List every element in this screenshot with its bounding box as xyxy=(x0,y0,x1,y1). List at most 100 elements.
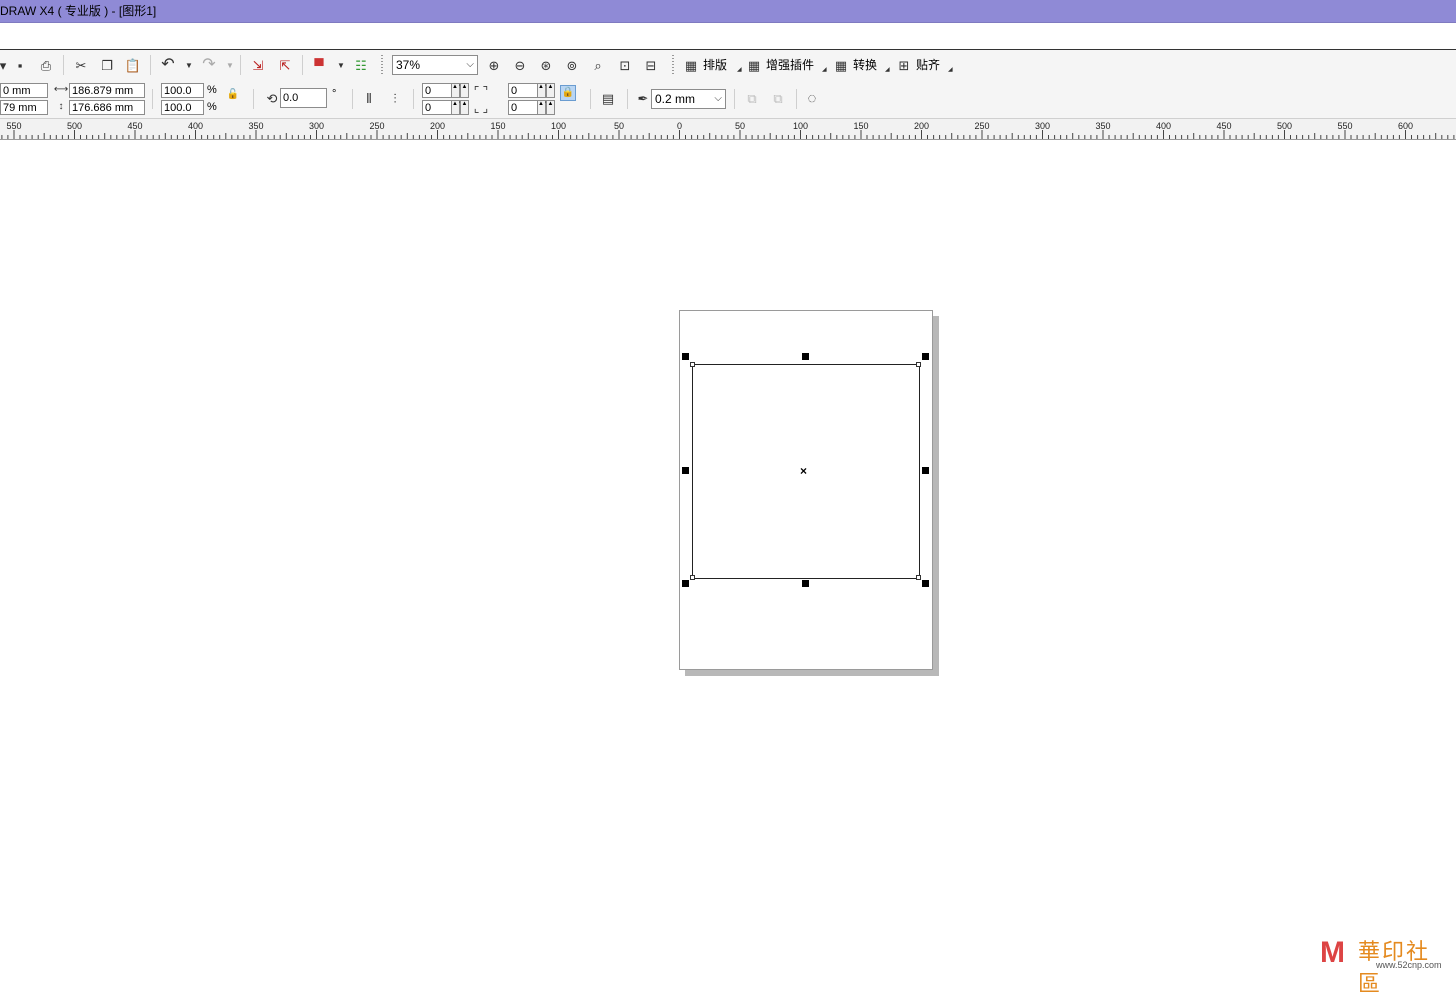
toolbar-separator xyxy=(734,89,735,109)
zoom-selected-icon[interactable]: ⊛ xyxy=(537,56,555,74)
ruler-label: 500 xyxy=(1276,121,1293,131)
redo-icon[interactable]: ↷ xyxy=(200,56,218,74)
corner-top-left-up-button[interactable]: ▲ xyxy=(460,83,469,98)
application-launcher-icon[interactable]: ▀ xyxy=(310,56,328,74)
round-corners-together-lock-icon[interactable]: 🔒 xyxy=(560,85,576,101)
print-icon[interactable]: ⎙ xyxy=(37,56,55,74)
lock-ratio-icon[interactable]: 🔓 xyxy=(224,86,242,104)
menu-bar xyxy=(0,23,1456,50)
layout-plugin-dropdown-icon[interactable]: ◢ xyxy=(737,66,742,73)
ruler-label: 300 xyxy=(1034,121,1051,131)
scale-x-field[interactable]: 100.0 xyxy=(161,83,204,98)
rectangle-node[interactable] xyxy=(916,575,921,580)
selection-handle-bottom-left[interactable] xyxy=(682,580,689,587)
zoom-page-height-icon[interactable]: ⊟ xyxy=(642,56,660,74)
outline-pen-icon: ✒ xyxy=(637,90,649,106)
zoom-page-icon[interactable]: ⌕ xyxy=(589,56,607,74)
launcher-dropdown-icon[interactable]: ▼ xyxy=(337,61,345,70)
ruler-label: 500 xyxy=(66,121,83,131)
convert-plugin-label[interactable]: 转换 xyxy=(853,57,877,73)
undo-icon[interactable]: ↶ xyxy=(159,56,177,74)
scale-x-percent-label: % xyxy=(207,84,217,96)
corner-bottom-left-field[interactable]: 0 xyxy=(422,100,452,115)
selection-handle-top-left[interactable] xyxy=(682,353,689,360)
convert-to-curves-icon[interactable]: ◌ xyxy=(803,89,821,107)
ruler-label: 450 xyxy=(1216,121,1232,131)
object-width-field[interactable]: 186.879 mm xyxy=(69,83,145,98)
import-icon[interactable]: ⇲ xyxy=(249,56,267,74)
options-icon[interactable]: ☷ xyxy=(352,56,370,74)
zoom-level-select[interactable]: 37% ⌵ xyxy=(392,55,478,75)
corner-bottom-right-up-button[interactable]: ▲ xyxy=(546,100,555,115)
corner-top-right-field[interactable]: 0 xyxy=(508,83,538,98)
layout-plugin-label[interactable]: 排版 xyxy=(703,57,727,73)
position-x-field[interactable]: 0 mm xyxy=(0,83,48,98)
selection-handle-right[interactable] xyxy=(922,467,929,474)
horizontal-ruler[interactable]: 550 500 450 400 350 300 250 200 150 100 50 0 50 100 15… xyxy=(0,119,1456,140)
wrap-text-icon[interactable]: ▤ xyxy=(599,89,617,107)
enhance-plugin-dropdown-icon[interactable]: ◢ xyxy=(822,66,827,73)
convert-plugin-dropdown-icon[interactable]: ◢ xyxy=(885,66,890,73)
rectangle-node[interactable] xyxy=(916,362,921,367)
corner-top-right-stepper[interactable]: ▲▼ xyxy=(537,83,550,98)
object-height-field[interactable]: 176.686 mm xyxy=(69,100,145,115)
enhance-plugin-icon[interactable]: ▦ xyxy=(745,56,763,74)
snap-plugin-label[interactable]: 贴齐 xyxy=(916,57,940,73)
corner-bottom-left-stepper[interactable]: ▲▼ xyxy=(451,100,464,115)
to-front-icon[interactable]: ⧉ xyxy=(743,89,761,107)
copy-icon[interactable]: ❐ xyxy=(98,56,116,74)
save-icon[interactable]: ▪ xyxy=(11,56,29,74)
corner-bottom-left-up-button[interactable]: ▲ xyxy=(460,100,469,115)
rotation-center-icon[interactable]: × xyxy=(800,465,807,477)
zoom-all-objects-icon[interactable]: ⊚ xyxy=(563,56,581,74)
zoom-out-icon[interactable]: ⊖ xyxy=(511,56,529,74)
corner-bottom-right-stepper[interactable]: ▲▼ xyxy=(537,100,550,115)
rectangle-node[interactable] xyxy=(690,362,695,367)
snap-plugin-icon[interactable]: ⊞ xyxy=(895,56,913,74)
selection-handle-top-right[interactable] xyxy=(922,353,929,360)
position-y-field[interactable]: 79 mm xyxy=(0,100,48,115)
mirror-horizontal-icon[interactable]: ⫴ xyxy=(360,89,378,107)
redo-dropdown-icon[interactable]: ▼ xyxy=(226,61,234,70)
undo-dropdown-icon[interactable]: ▼ xyxy=(185,61,193,70)
corner-top-left-stepper[interactable]: ▲▼ xyxy=(451,83,464,98)
convert-plugin-icon[interactable]: ▦ xyxy=(832,56,850,74)
watermark: M 華印社區 www.52cnp.com xyxy=(1320,934,1452,997)
rotation-angle-field[interactable]: 0.0 xyxy=(280,88,327,108)
selection-handle-top[interactable] xyxy=(802,353,809,360)
zoom-page-width-icon[interactable]: ⊡ xyxy=(616,56,634,74)
paste-icon[interactable]: 📋 xyxy=(124,56,142,74)
ruler-label: 100 xyxy=(550,121,567,131)
export-icon[interactable]: ⇱ xyxy=(276,56,294,74)
outline-width-select[interactable]: 0.2 mm ⌵ xyxy=(651,89,726,109)
toolbar-separator xyxy=(590,89,591,109)
selection-handle-left[interactable] xyxy=(682,467,689,474)
rectangle-node[interactable] xyxy=(690,575,695,580)
snap-plugin-dropdown-icon[interactable]: ◢ xyxy=(948,66,953,73)
zoom-in-icon[interactable]: ⊕ xyxy=(485,56,503,74)
chevron-down-icon: ⌵ xyxy=(466,59,474,70)
selection-handle-bottom[interactable] xyxy=(802,580,809,587)
corner-top-left-field[interactable]: 0 xyxy=(422,83,452,98)
corner-top-right-up-button[interactable]: ▲ xyxy=(546,83,555,98)
selection-handle-bottom-right[interactable] xyxy=(922,580,929,587)
corner-bottom-right-field[interactable]: 0 xyxy=(508,100,538,115)
layout-plugin-icon[interactable]: ▦ xyxy=(682,56,700,74)
toolbar-separator xyxy=(240,55,241,75)
open-dropdown-icon[interactable]: ▾ xyxy=(0,56,6,74)
ruler-label: 200 xyxy=(913,121,930,131)
watermark-url: www.52cnp.com xyxy=(1376,960,1442,970)
degree-label: ° xyxy=(332,88,337,100)
cut-icon[interactable]: ✂ xyxy=(72,56,90,74)
enhance-plugin-label[interactable]: 增强插件 xyxy=(766,57,814,73)
ruler-label: 250 xyxy=(974,121,990,131)
mirror-vertical-icon[interactable]: ⫶ xyxy=(386,89,404,107)
ruler-label: 550 xyxy=(6,121,22,131)
to-back-icon[interactable]: ⧉ xyxy=(769,89,787,107)
toolbar-separator xyxy=(150,55,151,75)
ruler-label: 600 xyxy=(1397,121,1414,131)
scale-y-field[interactable]: 100.0 xyxy=(161,100,204,115)
toolbar-separator xyxy=(253,89,254,109)
rotation-icon: ⟲ xyxy=(266,90,278,106)
corner-bracket-icon: ⌜ ⌝ xyxy=(473,84,489,98)
